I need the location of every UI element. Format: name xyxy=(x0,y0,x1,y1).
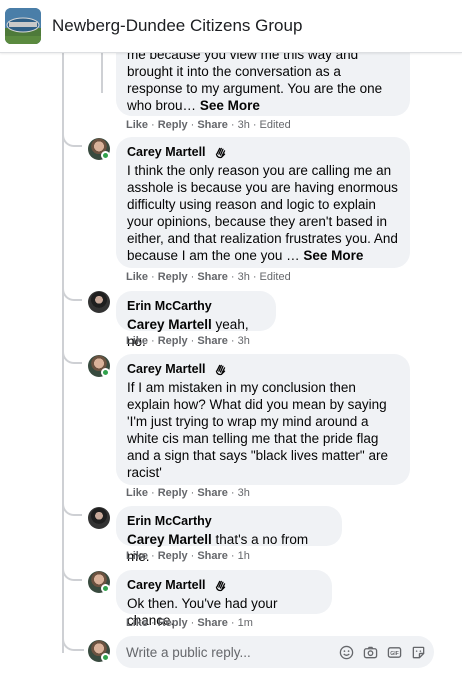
wave-hand-icon xyxy=(215,147,225,158)
thread-elbow xyxy=(62,113,82,147)
reply-button[interactable]: Reply xyxy=(158,550,188,562)
comment-bubble: Erin McCarthy Carey Martell that's a no … xyxy=(116,506,342,564)
composer-toolbar: GIF xyxy=(338,644,434,660)
comment-author[interactable]: Erin McCarthy xyxy=(127,514,212,528)
thread-elbow xyxy=(62,548,82,581)
like-button[interactable]: Like xyxy=(126,487,148,499)
timestamp[interactable]: 3h xyxy=(238,271,250,283)
comment-author[interactable]: Erin McCarthy xyxy=(127,299,212,313)
share-button[interactable]: Share xyxy=(197,487,228,499)
edited-label[interactable]: Edited xyxy=(260,271,291,283)
comment-bubble: me because you view me this way and brou… xyxy=(116,53,410,116)
online-status-icon xyxy=(101,584,110,593)
online-status-icon xyxy=(101,151,110,160)
avatar[interactable] xyxy=(88,507,110,529)
timestamp[interactable]: 3h xyxy=(238,335,250,347)
like-button[interactable]: Like xyxy=(126,617,148,629)
gif-icon[interactable]: GIF xyxy=(386,644,402,660)
thread-elbow xyxy=(62,333,82,364)
share-button[interactable]: Share xyxy=(197,550,228,562)
like-button[interactable]: Like xyxy=(126,550,148,562)
like-button[interactable]: Like xyxy=(126,119,148,131)
reply-button[interactable]: Reply xyxy=(158,487,188,499)
wave-hand-icon xyxy=(215,364,225,375)
online-status-icon xyxy=(101,368,110,377)
emoji-icon[interactable] xyxy=(338,644,354,660)
reply-button[interactable]: Reply xyxy=(158,617,188,629)
comment-actions: Like · Reply · Share · 1h xyxy=(126,550,250,562)
reply-input[interactable] xyxy=(126,644,306,660)
comment-actions: Like · Reply · Share · 3h · Edited xyxy=(126,271,291,283)
thread-line xyxy=(101,53,103,93)
sticker-icon[interactable] xyxy=(410,644,426,660)
wave-hand-icon xyxy=(215,580,225,591)
avatar[interactable] xyxy=(88,291,110,313)
reply-button[interactable]: Reply xyxy=(158,119,188,131)
thread-elbow xyxy=(62,268,82,301)
share-button[interactable]: Share xyxy=(197,335,228,347)
see-more-link[interactable]: See More xyxy=(303,248,363,263)
edited-label[interactable]: Edited xyxy=(260,119,291,131)
see-more-link[interactable]: See More xyxy=(200,98,260,113)
comment-bubble: Erin McCarthy Carey Martell yeah, no. xyxy=(116,291,276,349)
reply-button[interactable]: Reply xyxy=(158,271,188,283)
comment-bubble: Carey Martell I think the only reason yo… xyxy=(116,137,410,268)
group-header: Newberg-Dundee Citizens Group xyxy=(0,0,462,53)
share-button[interactable]: Share xyxy=(197,271,228,283)
comment-bubble: Carey Martell If I am mistaken in my con… xyxy=(116,354,410,485)
svg-text:GIF: GIF xyxy=(390,650,399,656)
comment-actions: Like · Reply · Share · 3h · Edited xyxy=(126,119,291,131)
comment-actions: Like · Reply · Share · 1m xyxy=(126,617,253,629)
online-status-icon xyxy=(101,653,110,662)
like-button[interactable]: Like xyxy=(126,335,148,347)
share-button[interactable]: Share xyxy=(197,617,228,629)
timestamp[interactable]: 1h xyxy=(238,550,250,562)
comment-author[interactable]: Carey Martell xyxy=(127,362,206,376)
reply-composer[interactable]: GIF xyxy=(116,636,434,668)
comment-actions: Like · Reply · Share · 3h xyxy=(126,487,250,499)
mention-link[interactable]: Carey Martell xyxy=(127,317,212,332)
comment-thread: me because you view me this way and brou… xyxy=(0,53,462,678)
mention-link[interactable]: Carey Martell xyxy=(127,532,212,547)
comment-author[interactable]: Carey Martell xyxy=(127,145,206,159)
share-button[interactable]: Share xyxy=(197,119,228,131)
comment-text: I think the only reason you are calling … xyxy=(127,163,398,263)
timestamp[interactable]: 3h xyxy=(238,119,250,131)
comment-text: me because you view me this way and brou… xyxy=(127,53,383,113)
timestamp[interactable]: 3h xyxy=(238,487,250,499)
timestamp[interactable]: 1m xyxy=(238,617,253,629)
comment-author[interactable]: Carey Martell xyxy=(127,578,206,592)
camera-icon[interactable] xyxy=(362,644,378,660)
group-title[interactable]: Newberg-Dundee Citizens Group xyxy=(52,16,302,36)
comment-bubble: Carey Martell Ok then. You've had your c… xyxy=(116,570,332,628)
like-button[interactable]: Like xyxy=(126,271,148,283)
group-logo-icon[interactable] xyxy=(5,8,41,44)
comment-text: If I am mistaken in my conclusion then e… xyxy=(127,380,388,480)
reply-button[interactable]: Reply xyxy=(158,335,188,347)
thread-elbow xyxy=(62,623,84,651)
comment-actions: Like · Reply · Share · 3h xyxy=(126,335,250,347)
thread-elbow xyxy=(62,485,82,516)
